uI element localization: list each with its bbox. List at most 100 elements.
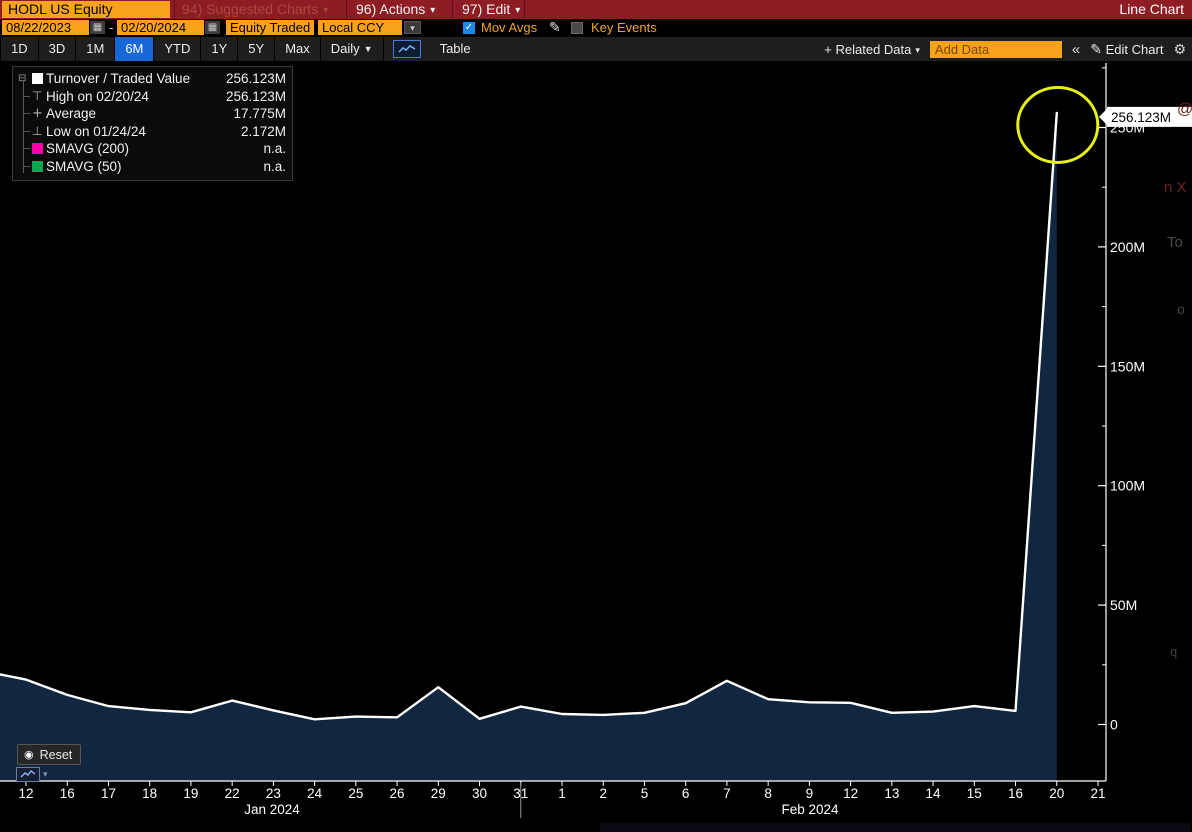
menu-suggested-charts[interactable]: 94) Suggested Charts▾ <box>182 0 328 19</box>
x-tick-label: 30 <box>472 786 487 801</box>
x-tick-label: 9 <box>806 786 814 801</box>
last-price-callout-label: 256.123M <box>1111 110 1171 125</box>
legend-value: n.a. <box>208 141 286 156</box>
legend-value: 256.123M <box>208 71 286 86</box>
edit-chart-button[interactable]: ✎ Edit Chart <box>1090 41 1163 58</box>
ghost-text-fragment: @ <box>1177 101 1192 118</box>
gear-icon[interactable]: ⚙ <box>1173 41 1186 58</box>
start-date-field[interactable]: 08/22/2023 <box>2 20 89 35</box>
line-chart-icon <box>398 44 416 54</box>
x-tick-label: 2 <box>599 786 607 801</box>
chart-legend: ⊟ Turnover / Traded Value 256.123M ⊤ Hig… <box>12 66 293 181</box>
range-button-5y[interactable]: 5Y <box>238 37 275 61</box>
range-button-1m[interactable]: 1M <box>76 37 115 61</box>
legend-row-low[interactable]: ⊥ Low on 01/24/24 2.172M <box>17 123 286 141</box>
chart-type-button[interactable] <box>393 40 421 58</box>
tree-stub <box>23 113 30 114</box>
period-dropdown[interactable]: Daily▼ <box>321 37 384 61</box>
x-tick-label: 22 <box>225 786 240 801</box>
menu-label: 96) Actions <box>356 1 425 17</box>
currency-field[interactable]: Local CCY <box>318 20 402 35</box>
menu-actions[interactable]: 96) Actions ▾ <box>356 0 435 19</box>
divider <box>452 0 453 19</box>
legend-value: n.a. <box>208 159 286 174</box>
mov-avgs-checkbox[interactable]: ✓ <box>463 22 475 34</box>
range-button-ytd[interactable]: YTD <box>154 37 201 61</box>
x-tick-label: 13 <box>884 786 899 801</box>
chart-mode-label: Line Chart <box>1119 0 1184 19</box>
title-bar: HODL US Equity 94) Suggested Charts▾ 96)… <box>0 0 1192 19</box>
legend-value: 2.172M <box>208 124 286 139</box>
pencil-icon[interactable]: ✎ <box>549 19 561 36</box>
menu-edit[interactable]: 97) Edit▾ <box>462 0 520 19</box>
legend-row-smavg200[interactable]: SMAVG (200) n.a. <box>17 140 286 158</box>
legend-row-turnover[interactable]: ⊟ Turnover / Traded Value 256.123M <box>17 70 286 88</box>
average-marker-icon: + <box>32 108 43 120</box>
reset-zoom-button[interactable]: ◉ Reset <box>17 744 81 765</box>
filter-bar: 08/22/2023 ▦ - 02/20/2024 ▦ Equity Trade… <box>0 19 1192 37</box>
legend-row-smavg50[interactable]: SMAVG (50) n.a. <box>17 158 286 176</box>
x-tick-label: 1 <box>558 786 566 801</box>
x-tick-label: 14 <box>926 786 942 801</box>
price-line <box>0 113 1057 719</box>
mov-avgs-label[interactable]: Mov Avgs <box>481 20 537 35</box>
x-tick-label: 18 <box>142 786 157 801</box>
y-axis-label: 150M <box>1110 358 1145 374</box>
dropdown-arrow-icon: ▾ <box>430 5 435 16</box>
line-chart-icon <box>16 767 40 782</box>
pencil-icon: ✎ <box>1090 41 1102 57</box>
calendar-icon[interactable]: ▦ <box>90 21 105 34</box>
range-button-1y[interactable]: 1Y <box>201 37 238 61</box>
date-range-separator: - <box>109 20 113 35</box>
spike-highlight-circle <box>1018 88 1098 163</box>
month-label: Feb 2024 <box>781 802 839 817</box>
divider <box>346 0 347 19</box>
key-events-checkbox[interactable] <box>571 22 583 34</box>
x-tick-label: 8 <box>764 786 772 801</box>
legend-tree-rail <box>23 81 24 173</box>
menu-label: 97) Edit <box>462 1 510 17</box>
x-tick-label: 5 <box>641 786 649 801</box>
related-data-dropdown[interactable]: + Related Data▾ <box>824 42 920 57</box>
key-events-label[interactable]: Key Events <box>591 20 657 35</box>
related-data-label: + Related Data <box>824 42 911 57</box>
x-tick-label: 17 <box>101 786 116 801</box>
x-tick-label: 16 <box>1008 786 1023 801</box>
x-tick-label: 26 <box>390 786 405 801</box>
calendar-icon[interactable]: ▦ <box>205 21 220 34</box>
legend-row-average[interactable]: + Average 17.775M <box>17 105 286 123</box>
y-axis-label: 100M <box>1110 478 1145 494</box>
menu-label: 94) Suggested Charts <box>182 1 318 17</box>
ghost-text-fragment: To <box>1167 234 1183 251</box>
legend-value: 17.775M <box>208 106 286 121</box>
mini-chart-type-button[interactable]: ▾ <box>16 767 48 782</box>
toolbar-right-group: + Related Data▾ Add Data « ✎ Edit Chart … <box>824 41 1186 58</box>
legend-row-high[interactable]: ⊤ High on 02/20/24 256.123M <box>17 88 286 106</box>
range-button-3d[interactable]: 3D <box>39 37 77 61</box>
y-axis-label: 0 <box>1110 717 1118 733</box>
series-marker-icon <box>32 73 43 84</box>
y-axis-label: 200M <box>1110 239 1145 255</box>
legend-label: Turnover / Traded Value <box>46 71 208 86</box>
edit-chart-label: Edit Chart <box>1106 42 1164 57</box>
table-button[interactable]: Table <box>430 37 481 61</box>
ghost-text-fragment: n X <box>1164 179 1187 196</box>
security-type-field[interactable]: Equity Traded <box>226 20 314 35</box>
end-date-field[interactable]: 02/20/2024 <box>117 20 204 35</box>
x-tick-label: 29 <box>431 786 446 801</box>
legend-value: 256.123M <box>208 89 286 104</box>
collapse-panel-button[interactable]: « <box>1072 41 1080 58</box>
y-axis-label: 50M <box>1110 597 1137 613</box>
security-ticker-field[interactable]: HODL US Equity <box>2 1 170 18</box>
dropdown-arrow-icon: ▼ <box>364 44 373 54</box>
area-fill <box>0 113 1057 781</box>
x-tick-label: 21 <box>1090 786 1105 801</box>
range-button-6m[interactable]: 6M <box>115 37 154 61</box>
currency-dropdown-button[interactable]: ▾ <box>404 21 421 34</box>
range-button-1d[interactable]: 1D <box>0 37 39 61</box>
ghost-text-fragment: q <box>1170 644 1177 659</box>
range-button-max[interactable]: Max <box>275 37 321 61</box>
add-data-input[interactable]: Add Data <box>930 41 1062 58</box>
smavg200-marker-icon <box>32 143 43 154</box>
x-tick-label: 6 <box>682 786 690 801</box>
